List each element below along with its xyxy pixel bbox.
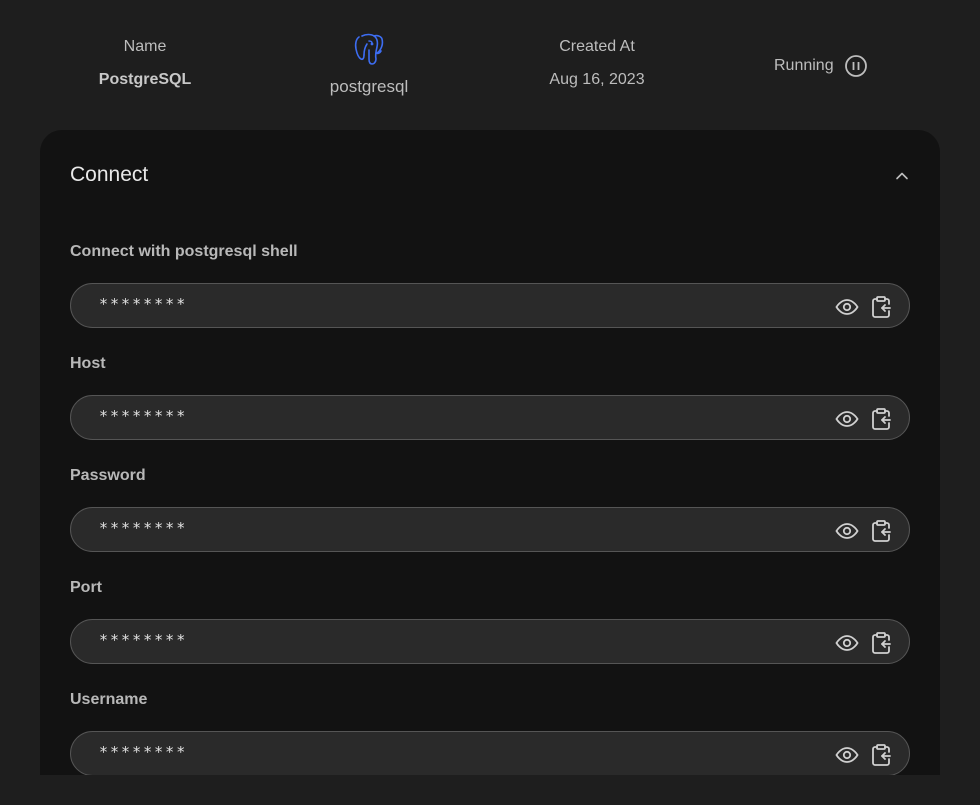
postgresql-elephant-icon (354, 33, 384, 65)
field-shell-command: Connect with postgresql shell ******** (70, 243, 910, 328)
database-summary: Name PostgreSQL postgresql Created At Au… (0, 0, 980, 130)
field-label: Username (70, 691, 148, 708)
field-value: ******** (99, 519, 188, 537)
field-label: Host (70, 355, 106, 372)
field-input[interactable]: ******** (70, 395, 910, 440)
field-value: ******** (99, 407, 188, 425)
field-host: Host ******** (70, 355, 910, 440)
copy-icon[interactable] (869, 295, 893, 319)
status-column: Running (774, 54, 868, 78)
name-label: Name (123, 38, 167, 55)
copy-icon[interactable] (869, 519, 893, 543)
connect-panel: Connect Connect with postgresql shell **… (40, 130, 940, 775)
field-value: ******** (99, 295, 188, 313)
field-label: Connect with postgresql shell (70, 243, 298, 260)
field-value: ******** (99, 743, 188, 761)
engine-value: postgresql (329, 77, 409, 96)
copy-icon[interactable] (869, 743, 893, 767)
copy-icon[interactable] (869, 631, 893, 655)
status-text: Running (774, 57, 834, 74)
eye-icon[interactable] (835, 743, 859, 767)
name-value: PostgreSQL (98, 71, 192, 88)
field-input[interactable]: ******** (70, 507, 910, 552)
panel-title: Connect (70, 163, 149, 186)
name-column: Name PostgreSQL (45, 38, 245, 89)
created-column: Created At Aug 16, 2023 (497, 38, 697, 89)
field-input[interactable]: ******** (70, 731, 910, 775)
page-bottom (0, 775, 980, 805)
pause-circle-icon[interactable] (844, 54, 868, 78)
copy-icon[interactable] (869, 407, 893, 431)
created-value: Aug 16, 2023 (549, 71, 645, 88)
eye-icon[interactable] (835, 407, 859, 431)
field-input[interactable]: ******** (70, 619, 910, 664)
field-label: Password (70, 467, 146, 484)
field-input[interactable]: ******** (70, 283, 910, 328)
field-label: Port (70, 579, 102, 596)
eye-icon[interactable] (835, 295, 859, 319)
eye-icon[interactable] (835, 519, 859, 543)
field-password: Password ******** (70, 467, 910, 552)
eye-icon[interactable] (835, 631, 859, 655)
field-port: Port ******** (70, 579, 910, 664)
created-label: Created At (559, 38, 635, 55)
field-value: ******** (99, 631, 188, 649)
engine-column: postgresql (269, 33, 469, 97)
field-username: Username ******** (70, 691, 910, 775)
chevron-up-icon[interactable] (892, 166, 912, 186)
